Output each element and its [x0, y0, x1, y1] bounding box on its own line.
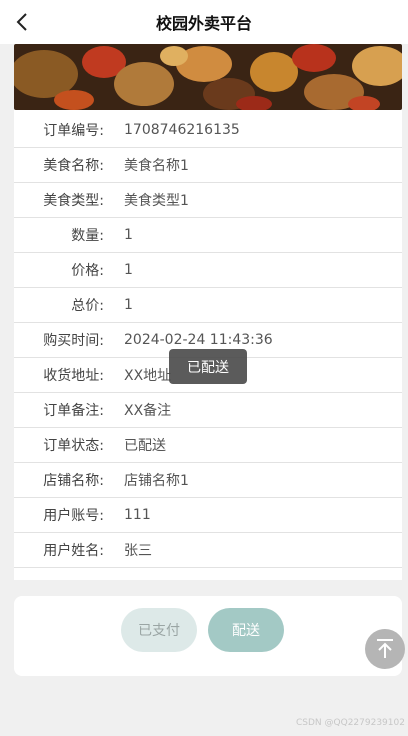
detail-value: 2024-02-24 11:43:36 [124, 332, 273, 348]
detail-label: 收货地址: [43, 368, 104, 384]
detail-row-quantity: 数量: 1 [14, 218, 402, 253]
detail-label: 用户姓名: [43, 543, 104, 559]
detail-label: 数量: [71, 228, 104, 244]
detail-value: 1 [124, 227, 133, 243]
detail-label: 订单编号: [43, 123, 104, 139]
detail-value: 1 [124, 262, 133, 278]
detail-row-user-account: 用户账号: 111 [14, 498, 402, 533]
detail-label: 总价: [71, 298, 104, 314]
detail-label: 美食类型: [43, 193, 104, 209]
detail-label: 购买时间: [43, 333, 104, 349]
deliver-button[interactable]: 配送 [208, 608, 284, 652]
food-banner-image [14, 44, 402, 110]
detail-label: 订单状态: [43, 438, 104, 454]
detail-value: 111 [124, 507, 151, 523]
order-detail-card: 订单编号: 1708746216135 美食名称: 美食名称1 美食类型: 美食… [14, 110, 402, 580]
detail-row-price: 价格: 1 [14, 253, 402, 288]
page-title: 校园外卖平台 [155, 14, 252, 33]
detail-value: XX地址 [124, 368, 172, 384]
detail-row-food-type: 美食类型: 美食类型1 [14, 183, 402, 218]
status-toast: 已配送 [169, 349, 247, 384]
detail-label: 美食名称: [43, 158, 104, 174]
detail-row-note: 订单备注: XX备注 [14, 393, 402, 428]
detail-label: 用户账号: [43, 508, 104, 524]
detail-row-order-no: 订单编号: 1708746216135 [14, 113, 402, 148]
arrow-up-to-top-icon [377, 639, 393, 658]
action-panel: 已支付 配送 [14, 596, 402, 676]
watermark: CSDN @QQ2279239102 [296, 718, 405, 728]
detail-row-user-name: 用户姓名: 张三 [14, 533, 402, 568]
detail-value: 1 [124, 297, 133, 313]
detail-label: 价格: [71, 263, 104, 279]
detail-value: 美食类型1 [124, 193, 189, 209]
detail-label: 店铺名称: [43, 473, 104, 489]
detail-row-food-name: 美食名称: 美食名称1 [14, 148, 402, 183]
detail-label: 订单备注: [43, 403, 104, 419]
paid-button[interactable]: 已支付 [121, 608, 197, 652]
detail-value: 店铺名称1 [124, 473, 189, 489]
detail-row-shop-name: 店铺名称: 店铺名称1 [14, 463, 402, 498]
detail-value: 已配送 [124, 438, 166, 454]
detail-row-total: 总价: 1 [14, 288, 402, 323]
detail-value: 1708746216135 [124, 122, 240, 138]
detail-value: 张三 [124, 543, 152, 559]
detail-row-status: 订单状态: 已配送 [14, 428, 402, 463]
detail-value: 美食名称1 [124, 158, 189, 174]
detail-value: XX备注 [124, 403, 172, 419]
scroll-to-top-button[interactable] [365, 629, 405, 669]
top-bar: 校园外卖平台 [0, 0, 408, 44]
